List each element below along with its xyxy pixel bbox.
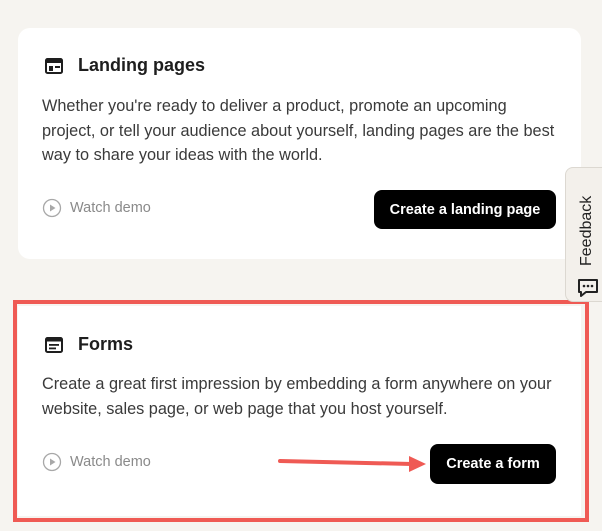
annotation-arrow-icon bbox=[278, 456, 426, 472]
forms-description: Create a great first impression by embed… bbox=[42, 375, 552, 418]
play-icon bbox=[42, 452, 62, 472]
landing-pages-title: Landing pages bbox=[78, 55, 206, 75]
forms-header: Forms bbox=[44, 334, 133, 355]
create-form-button[interactable]: Create a form bbox=[430, 444, 556, 484]
form-icon bbox=[45, 336, 63, 353]
landing-pages-header: Landing pages bbox=[44, 55, 205, 76]
chat-icon bbox=[578, 279, 598, 297]
forms-card: Forms Create a great first impression by… bbox=[18, 306, 581, 516]
create-landing-page-button[interactable]: Create a landing page bbox=[374, 190, 556, 229]
forms-watch-demo-link[interactable]: Watch demo bbox=[42, 452, 151, 472]
layout-icon bbox=[45, 57, 63, 74]
landing-pages-card: Landing pages Whether you're ready to de… bbox=[18, 28, 581, 259]
landing-watch-demo-label: Watch demo bbox=[70, 200, 151, 216]
feedback-label: Feedback bbox=[578, 195, 595, 266]
play-icon bbox=[42, 198, 62, 218]
forms-watch-demo-label: Watch demo bbox=[70, 454, 151, 470]
feedback-tab[interactable]: Feedback bbox=[565, 167, 602, 302]
landing-watch-demo-link[interactable]: Watch demo bbox=[42, 198, 151, 218]
forms-title: Forms bbox=[78, 334, 134, 354]
landing-pages-description: Whether you're ready to deliver a produc… bbox=[42, 97, 555, 164]
